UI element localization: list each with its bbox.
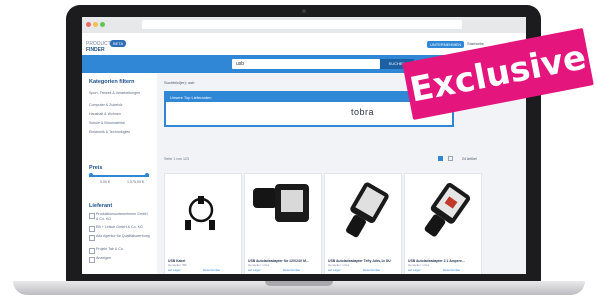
- supplier-checkbox[interactable]: [89, 235, 95, 241]
- car-charger-image: [253, 184, 309, 222]
- product-card[interactable]: USB Kabel Hersteller: BB auf Lager Reser…: [164, 173, 242, 274]
- reserve-status: Reservierbar: [283, 268, 301, 272]
- category-item[interactable]: Elektronik & Technologien: [89, 130, 149, 135]
- product-card[interactable]: USB Autoladeadapter Tefly Jobs,1x DU Her…: [324, 173, 402, 274]
- maximize-dot-icon[interactable]: [100, 22, 105, 27]
- tobra-logo[interactable]: tobra: [351, 107, 374, 117]
- categories-title: Kategorien filtern: [89, 79, 135, 85]
- supplier-label: Produktionsunternehmen GmbH & Co. KG: [96, 212, 148, 221]
- price-slider[interactable]: [89, 175, 149, 177]
- close-dot-icon[interactable]: [86, 22, 91, 27]
- stock-status: auf Lager: [168, 268, 181, 272]
- price-title: Preis: [89, 165, 103, 171]
- reserve-status: Reservierbar: [443, 268, 461, 272]
- search-input[interactable]: usb: [232, 59, 380, 69]
- browser-chrome: [82, 17, 526, 33]
- product-brand: Hersteller: tobra: [328, 263, 350, 267]
- supplier-checkbox[interactable]: [89, 257, 95, 263]
- supplier-label: Anzeigen: [96, 256, 111, 260]
- per-page-select[interactable]: 24 Artikel: [462, 157, 477, 161]
- beta-badge: BETA: [110, 40, 127, 47]
- reserve-status: Reservierbar: [363, 268, 381, 272]
- supplier-checkbox[interactable]: [89, 226, 95, 232]
- price-slider-max-handle[interactable]: [145, 172, 149, 177]
- product-brand: Hersteller: tobra: [408, 263, 430, 267]
- search-results-text: Suchfeld(er): usb: [164, 80, 195, 85]
- usb-cable-image: [185, 196, 215, 230]
- site-logo[interactable]: PRODUCT FINDER: [86, 41, 111, 53]
- stock-status: auf Lager: [328, 268, 341, 272]
- car-charger-image: [424, 182, 471, 237]
- stock-status: auf Lager: [248, 268, 261, 272]
- reserve-status: Reservierbar: [203, 268, 221, 272]
- price-max-field[interactable]: 1.075,00 €: [127, 180, 152, 185]
- price-min-field[interactable]: 0.00 €: [100, 180, 120, 185]
- category-item[interactable]: Haushalt & Wohnen: [89, 112, 149, 117]
- suppliers-title: Lieferant: [89, 203, 113, 209]
- category-item[interactable]: Sport, Freizeit & Verarbeitungen: [89, 91, 149, 96]
- grid-view-icon[interactable]: [438, 156, 443, 161]
- home-link[interactable]: Startseite: [467, 41, 484, 46]
- supplier-checkbox[interactable]: [89, 213, 95, 219]
- car-charger-image: [346, 182, 389, 238]
- stock-status: auf Lager: [408, 268, 421, 272]
- supplier-checkbox[interactable]: [89, 248, 95, 254]
- page-info: Seite 1 von 123: [164, 157, 189, 161]
- filter-sidebar: Kategorien filtern Sport, Freizeit & Ver…: [82, 73, 157, 274]
- company-button[interactable]: UNTERNEHMEN: [427, 41, 465, 48]
- minimize-dot-icon[interactable]: [93, 22, 98, 27]
- url-bar[interactable]: [142, 20, 462, 29]
- supplier-label: Adz Agentur für Qualitätswerbung: [96, 234, 150, 238]
- supplier-label: EB + Leisch GmbH & Co. KG: [96, 225, 143, 229]
- product-brand: Hersteller: tobra: [248, 263, 270, 267]
- price-slider-min-handle[interactable]: [89, 172, 93, 177]
- product-brand: Hersteller: BB: [168, 263, 187, 267]
- product-card[interactable]: USB Autoladeadapter 2,1 Ampere... Herste…: [404, 173, 482, 274]
- category-item[interactable]: Schule & Büromaterial: [89, 121, 149, 126]
- product-card[interactable]: USB Autoladeadapter für 12V/24V M... Her…: [244, 173, 322, 274]
- laptop-notch: [265, 281, 333, 286]
- camera-icon: [302, 9, 306, 13]
- list-view-icon[interactable]: [448, 156, 453, 161]
- category-item[interactable]: Computer & Zubehör: [89, 103, 149, 108]
- supplier-label: Projekt Tab & Co.: [96, 247, 124, 251]
- laptop-base: [13, 281, 585, 295]
- logo-line2: FINDER: [86, 47, 105, 53]
